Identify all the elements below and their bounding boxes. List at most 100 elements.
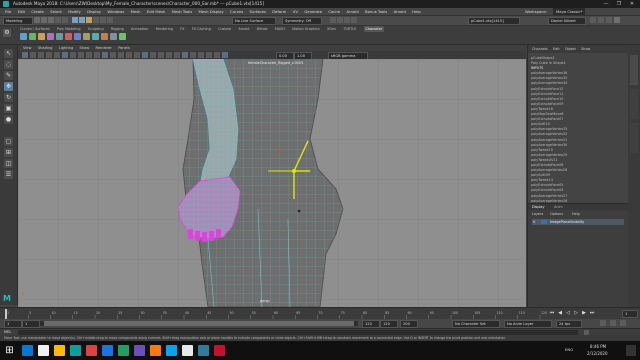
shelf-tab[interactable]: Poly Modeling	[57, 26, 80, 32]
current-frame-field[interactable]: 1	[622, 310, 638, 318]
panel-toolbar-icon[interactable]	[102, 52, 108, 58]
layer-menu-layers[interactable]: Layers	[532, 211, 543, 217]
shelf-tool-icon[interactable]	[83, 33, 90, 40]
menu-curves[interactable]: Curves	[230, 8, 243, 15]
taskbar-app-icon[interactable]	[22, 345, 33, 356]
shelf-tool-icon[interactable]	[38, 33, 45, 40]
panel-toolbar-icon[interactable]	[134, 52, 140, 58]
taskbar-app-icon[interactable]	[102, 345, 113, 356]
shelf-menu-icon[interactable]: ⚙	[3, 29, 11, 37]
go-to-end-icon[interactable]: ⏭	[588, 310, 596, 316]
menu-display[interactable]: Display	[87, 8, 101, 15]
taskbar-app-icon[interactable]	[198, 345, 209, 356]
shelf-tab-active[interactable]: Character	[363, 26, 385, 32]
character-set-dropdown[interactable]: No Character Set	[452, 320, 500, 328]
menu-help[interactable]: Help	[412, 8, 421, 15]
selection-name-field[interactable]: pCube1.vtx[1415]	[468, 17, 520, 25]
play-backward-icon[interactable]: ◁	[564, 310, 572, 316]
shelf-tab[interactable]: Arnold	[238, 26, 249, 32]
shelf-tool-icon[interactable]	[74, 33, 81, 40]
shelf-tab[interactable]: FX Caching	[192, 26, 211, 32]
paint-select-tool-icon[interactable]: ✎	[4, 71, 13, 80]
shelf-tab[interactable]: Rendering	[156, 26, 173, 32]
select-tool-icon[interactable]: ↖	[4, 49, 13, 58]
shelf-tab[interactable]: Rigging	[111, 26, 124, 32]
toggle-attribute-editor-icon[interactable]	[598, 17, 604, 23]
ipr-render-icon[interactable]	[337, 17, 343, 23]
taskbar-app-icon[interactable]	[134, 345, 145, 356]
menu-edit[interactable]: Edit	[18, 8, 25, 15]
single-pane-layout-icon[interactable]: ▢	[4, 137, 13, 146]
taskbar-app-icon[interactable]	[38, 345, 49, 356]
live-surface-field[interactable]: No Live Surface	[232, 17, 276, 25]
taskbar-app-icon[interactable]	[54, 345, 65, 356]
menu-modify[interactable]: Modify	[68, 8, 81, 15]
notification-center-icon[interactable]	[626, 345, 636, 356]
panel-toolbar-icon[interactable]	[30, 52, 36, 58]
menu-windows[interactable]: Windows	[107, 8, 124, 15]
windows-start-icon[interactable]: ⊞	[4, 345, 15, 356]
taskbar-app-icon[interactable]	[86, 345, 97, 356]
layer-row[interactable]: V ImagePlaneVisibility	[532, 219, 624, 225]
shelf-tab[interactable]: Motion Graphics	[292, 26, 320, 32]
panel-toolbar-icon[interactable]	[182, 52, 188, 58]
play-forward-icon[interactable]: ▷	[572, 310, 580, 316]
shelf-tool-icon[interactable]	[56, 33, 63, 40]
panel-toolbar-icon[interactable]	[94, 52, 100, 58]
anim-end-field[interactable]: 120	[380, 320, 398, 328]
panel-toolbar-icon[interactable]	[70, 52, 76, 58]
loop-icon[interactable]	[600, 320, 606, 326]
shelf-tool-icon[interactable]	[110, 33, 117, 40]
snap-grid-icon[interactable]	[93, 17, 99, 23]
shelf-tab[interactable]: TURTLE	[343, 26, 356, 32]
layer-menu-help[interactable]: Help	[572, 211, 580, 217]
panel-toolbar-icon[interactable]	[206, 52, 212, 58]
select-object-icon[interactable]	[79, 17, 85, 23]
snap-curve-icon[interactable]	[100, 17, 106, 23]
menu-bonus-tools[interactable]: Bonus Tools	[365, 8, 387, 15]
maximize-button[interactable]: ❐	[613, 0, 625, 8]
menu-mesh-tools[interactable]: Mesh Tools	[172, 8, 193, 15]
menu-select[interactable]: Select	[50, 8, 62, 15]
panel-toolbar-icon[interactable]	[78, 52, 84, 58]
taskbar-app-icon[interactable]	[118, 345, 129, 356]
taskbar-app-icon[interactable]	[182, 345, 193, 356]
shelf-tab[interactable]: Sculpting	[88, 26, 104, 32]
panel-toolbar-icon[interactable]	[22, 52, 28, 58]
panel-toolbar-icon[interactable]	[190, 52, 196, 58]
user-account[interactable]: Daniel Gilbert	[548, 17, 586, 25]
layer-tab-anim[interactable]: Anim	[554, 204, 563, 210]
select-hierarchy-icon[interactable]	[72, 17, 78, 23]
panel-toolbar-icon[interactable]	[46, 52, 52, 58]
menu-arnold[interactable]: Arnold	[346, 8, 358, 15]
playback-start-field[interactable]: 1	[22, 320, 40, 328]
menu-create[interactable]: Create	[31, 8, 44, 15]
shelf-tab[interactable]: Bifrost	[257, 26, 268, 32]
toggle-modeling-toolkit-icon[interactable]	[590, 17, 596, 23]
panel-toolbar-icon[interactable]	[62, 52, 68, 58]
panel-toolbar-icon[interactable]	[174, 52, 180, 58]
panel-toolbar-icon[interactable]	[166, 52, 172, 58]
menu-mesh-display[interactable]: Mesh Display	[199, 8, 224, 15]
channel-box-side-tab[interactable]	[630, 55, 638, 85]
menu-deform[interactable]: Deform	[272, 8, 286, 15]
layer-color-swatch[interactable]	[541, 220, 547, 224]
anim-prefs-icon[interactable]	[620, 320, 626, 326]
panel-toolbar-icon[interactable]	[158, 52, 164, 58]
undo-icon[interactable]	[55, 17, 61, 23]
channel-box-tab-show[interactable]: Show	[581, 45, 590, 53]
render-frame-icon[interactable]	[330, 17, 336, 23]
minimize-button[interactable]: —	[600, 0, 612, 8]
shelf-tab[interactable]: Animation	[131, 26, 148, 32]
attribute-editor-side-tab[interactable]	[630, 89, 638, 119]
panel-toolbar-icon[interactable]	[118, 52, 124, 58]
channel-box-tab-object[interactable]: Object	[565, 45, 576, 53]
anim-start-field[interactable]: 1	[4, 320, 22, 328]
range-handle[interactable]	[44, 321, 354, 326]
channel-box-tab-channels[interactable]: Channels	[532, 45, 548, 53]
channel-box-tab-edit[interactable]: Edit	[553, 45, 560, 53]
panel-toolbar-icon[interactable]	[150, 52, 156, 58]
symmetry-dropdown[interactable]: Symmetry: Off	[282, 17, 322, 25]
menu-surfaces[interactable]: Surfaces	[250, 8, 266, 15]
panel-toolbar-icon[interactable]	[214, 52, 220, 58]
